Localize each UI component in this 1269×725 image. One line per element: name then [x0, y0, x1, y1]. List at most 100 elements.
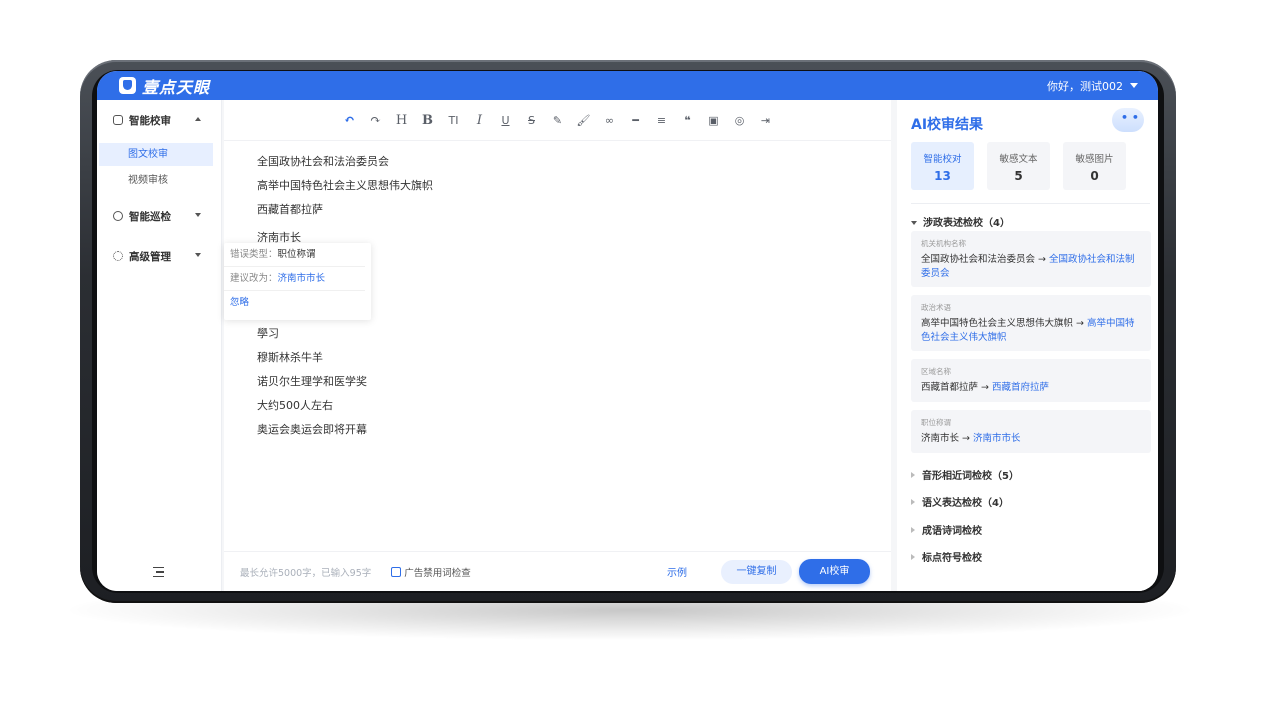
editor-toolbar: ↶ ↷ H B TI I U S ✎ 🖌 ∞ ━ ≡ ❝ ▣ ◎ ⇥ — [224, 100, 891, 141]
wechat-icon[interactable]: ◎ — [733, 114, 747, 127]
stat-label: 敏感图片 — [1075, 154, 1114, 165]
text-line[interactable]: 西藏首都拉萨 — [257, 202, 891, 226]
card-original: 高举中国特色社会主义思想伟大旗帜 — [921, 318, 1074, 329]
results-panel: AI校审结果 智能校对 13 敏感文本 5 敏感图片 0 — [897, 100, 1158, 591]
card-suggestion[interactable]: 济南市市长 — [973, 433, 1021, 444]
card-type: 机关机构名称 — [921, 239, 966, 248]
category-semantic[interactable]: 语义表达检校（4） — [911, 494, 1009, 509]
stat-sensitive-image[interactable]: 敏感图片 0 — [1063, 142, 1126, 190]
ignore-link[interactable]: 忽略 — [224, 291, 365, 315]
copy-all-button[interactable]: 一键复制 — [721, 559, 792, 584]
chevron-right-icon — [911, 472, 915, 478]
sidebar-item-image-text-review[interactable]: 图文校审 — [99, 143, 213, 166]
chevron-down-icon — [911, 221, 917, 225]
chevron-right-icon — [911, 527, 915, 533]
italic-icon[interactable]: I — [473, 113, 487, 128]
text-line[interactable]: 奥运会奥运会即将开幕 — [257, 422, 891, 446]
user-menu[interactable]: 你好，测试002 — [1047, 78, 1138, 94]
app-screen: 壹点天眼 你好，测试002 智能校审 图文校审 视频审核 智能巡检 高级管理 ↶… — [97, 71, 1158, 591]
text-line[interactable]: 學习 — [257, 326, 891, 350]
category-idiom-poetry[interactable]: 成语诗词检校 — [911, 522, 982, 537]
category-punctuation[interactable]: 标点符号检校 — [911, 549, 982, 564]
sidebar-group-smart-patrol[interactable]: 智能巡检 — [97, 196, 221, 236]
sidebar-group-smart-review[interactable]: 智能校审 — [97, 100, 221, 140]
collapse-menu-icon[interactable] — [153, 567, 164, 577]
result-cards: 机关机构名称 全国政协社会和法治委员会 → 全国政协社会和法制委员会 政治术语 … — [911, 231, 1151, 461]
hr-icon[interactable]: ━ — [629, 114, 643, 127]
ai-review-button[interactable]: AI校审 — [799, 559, 870, 584]
brand-name: 壹点天眼 — [142, 77, 211, 97]
chevron-right-icon — [911, 499, 915, 505]
text-line[interactable]: 大约500人左右 — [257, 398, 891, 422]
text-line[interactable]: 穆斯林杀牛羊 — [257, 350, 891, 374]
card-type: 区域名称 — [921, 367, 951, 376]
results-title: AI校审结果 — [911, 117, 984, 133]
text-line[interactable]: 高举中国特色社会主义思想伟大旗帜 — [257, 178, 891, 202]
popup-error-row: 错误类型：职位称谓 — [224, 243, 365, 267]
card-original: 全国政协社会和法治委员会 — [921, 254, 1036, 265]
review-icon — [113, 115, 123, 125]
highlight-icon[interactable]: ✎ — [551, 114, 565, 127]
shield-logo-icon — [119, 77, 136, 94]
ad-check-checkbox[interactable]: 广告禁用词检查 — [391, 565, 471, 579]
sidebar-item-video-review[interactable]: 视频审核 — [99, 169, 213, 192]
chevron-up-icon — [195, 117, 201, 121]
stat-value: 13 — [934, 169, 951, 183]
sidebar: 智能校审 图文校审 视频审核 智能巡检 高级管理 — [97, 100, 222, 591]
sidebar-group-label: 高级管理 — [129, 250, 171, 263]
category-political-expression[interactable]: 涉政表述检校（4） — [911, 214, 1010, 229]
arrow-right-icon: → — [981, 382, 990, 393]
align-icon[interactable]: ≡ — [655, 114, 669, 127]
link-icon[interactable]: ∞ — [603, 114, 617, 127]
editor-panel: ↶ ↷ H B TI I U S ✎ 🖌 ∞ ━ ≡ ❝ ▣ ◎ ⇥ 全国政协社… — [224, 100, 891, 591]
sidebar-group-label: 智能校审 — [129, 114, 171, 127]
char-counter: 最长允许5000字，已输入95字 — [240, 567, 372, 579]
strikethrough-icon[interactable]: S — [525, 114, 539, 127]
category-label: 语义表达检校（4） — [922, 498, 1009, 509]
popup-suggest-row: 建议改为：济南市市长 — [224, 267, 365, 291]
card-original: 济南市长 — [921, 433, 960, 444]
card-type: 政治术语 — [921, 303, 951, 312]
import-icon[interactable]: ⇥ — [759, 114, 773, 127]
category-label: 涉政表述检校（4） — [923, 218, 1010, 229]
text-line[interactable]: 全国政协社会和法治委员会 — [257, 154, 891, 178]
suggest-label: 建议改为： — [230, 273, 278, 284]
font-size-icon[interactable]: TI — [447, 114, 461, 127]
text-line[interactable]: 诺贝尔生理学和医学奖 — [257, 374, 891, 398]
chevron-down-icon — [195, 213, 201, 217]
underline-icon[interactable]: U — [499, 114, 513, 127]
chevron-right-icon — [911, 554, 915, 560]
stat-sensitive-text[interactable]: 敏感文本 5 — [987, 142, 1050, 190]
category-label: 成语诗词检校 — [922, 526, 982, 537]
result-card[interactable]: 政治术语 高举中国特色社会主义思想伟大旗帜 → 高举中国特色社会主义伟大旗帜 — [911, 295, 1151, 351]
bold-icon[interactable]: B — [421, 113, 435, 128]
suggest-value[interactable]: 济南市市长 — [278, 273, 326, 284]
heading-icon[interactable]: H — [395, 113, 409, 128]
card-type: 职位称谓 — [921, 418, 951, 427]
arrow-right-icon: → — [1038, 254, 1047, 265]
settings-icon — [113, 251, 123, 261]
category-label: 音形相近词检校（5） — [922, 471, 1019, 482]
example-link[interactable]: 示例 — [667, 564, 687, 579]
assistant-bot-icon[interactable] — [1112, 108, 1144, 132]
brand[interactable]: 壹点天眼 — [119, 74, 210, 98]
redo-icon[interactable]: ↷ — [369, 113, 383, 128]
brush-icon[interactable]: 🖌 — [577, 114, 591, 127]
result-card[interactable]: 区域名称 西藏首都拉萨 → 西藏首府拉萨 — [911, 359, 1151, 402]
quote-icon[interactable]: ❝ — [681, 114, 695, 127]
patrol-icon — [113, 211, 123, 221]
card-body: 西藏首都拉萨 → 西藏首府拉萨 — [921, 381, 1141, 395]
divider — [911, 203, 1150, 204]
result-card[interactable]: 机关机构名称 全国政协社会和法治委员会 → 全国政协社会和法制委员会 — [911, 231, 1151, 287]
undo-icon[interactable]: ↶ — [343, 113, 357, 128]
card-original: 西藏首都拉萨 — [921, 382, 979, 393]
image-icon[interactable]: ▣ — [707, 114, 721, 127]
sidebar-group-advanced-admin[interactable]: 高级管理 — [97, 236, 221, 276]
stat-smart-proofread[interactable]: 智能校对 13 — [911, 142, 974, 190]
category-homophone[interactable]: 音形相近词检校（5） — [911, 467, 1019, 482]
chevron-down-icon — [1130, 83, 1138, 88]
card-suggestion[interactable]: 西藏首府拉萨 — [992, 382, 1049, 393]
card-body: 高举中国特色社会主义思想伟大旗帜 → 高举中国特色社会主义伟大旗帜 — [921, 317, 1141, 345]
category-label: 标点符号检校 — [922, 553, 982, 564]
result-card[interactable]: 职位称谓 济南市长 → 济南市市长 — [911, 410, 1151, 453]
